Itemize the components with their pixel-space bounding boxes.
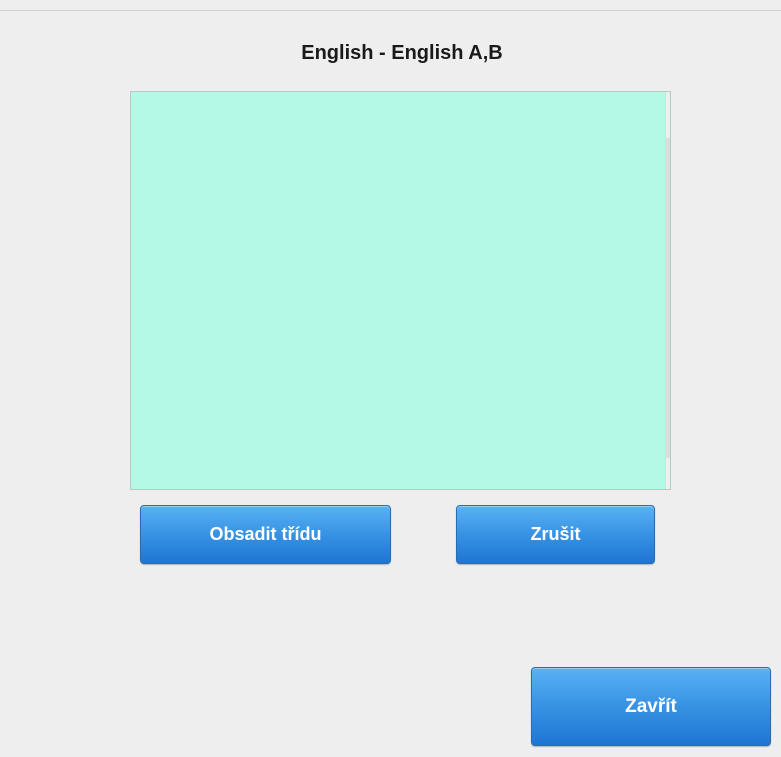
list-scrollbar-thumb[interactable]: [666, 138, 670, 458]
class-list[interactable]: [130, 91, 671, 490]
list-scrollbar[interactable]: [665, 92, 670, 489]
cancel-button[interactable]: Zrušit: [456, 505, 655, 564]
top-divider: [0, 10, 781, 11]
assign-class-button[interactable]: Obsadit třídu: [140, 505, 391, 564]
close-button[interactable]: Zavřít: [531, 667, 771, 746]
dialog-title: English - English A,B: [301, 42, 503, 64]
